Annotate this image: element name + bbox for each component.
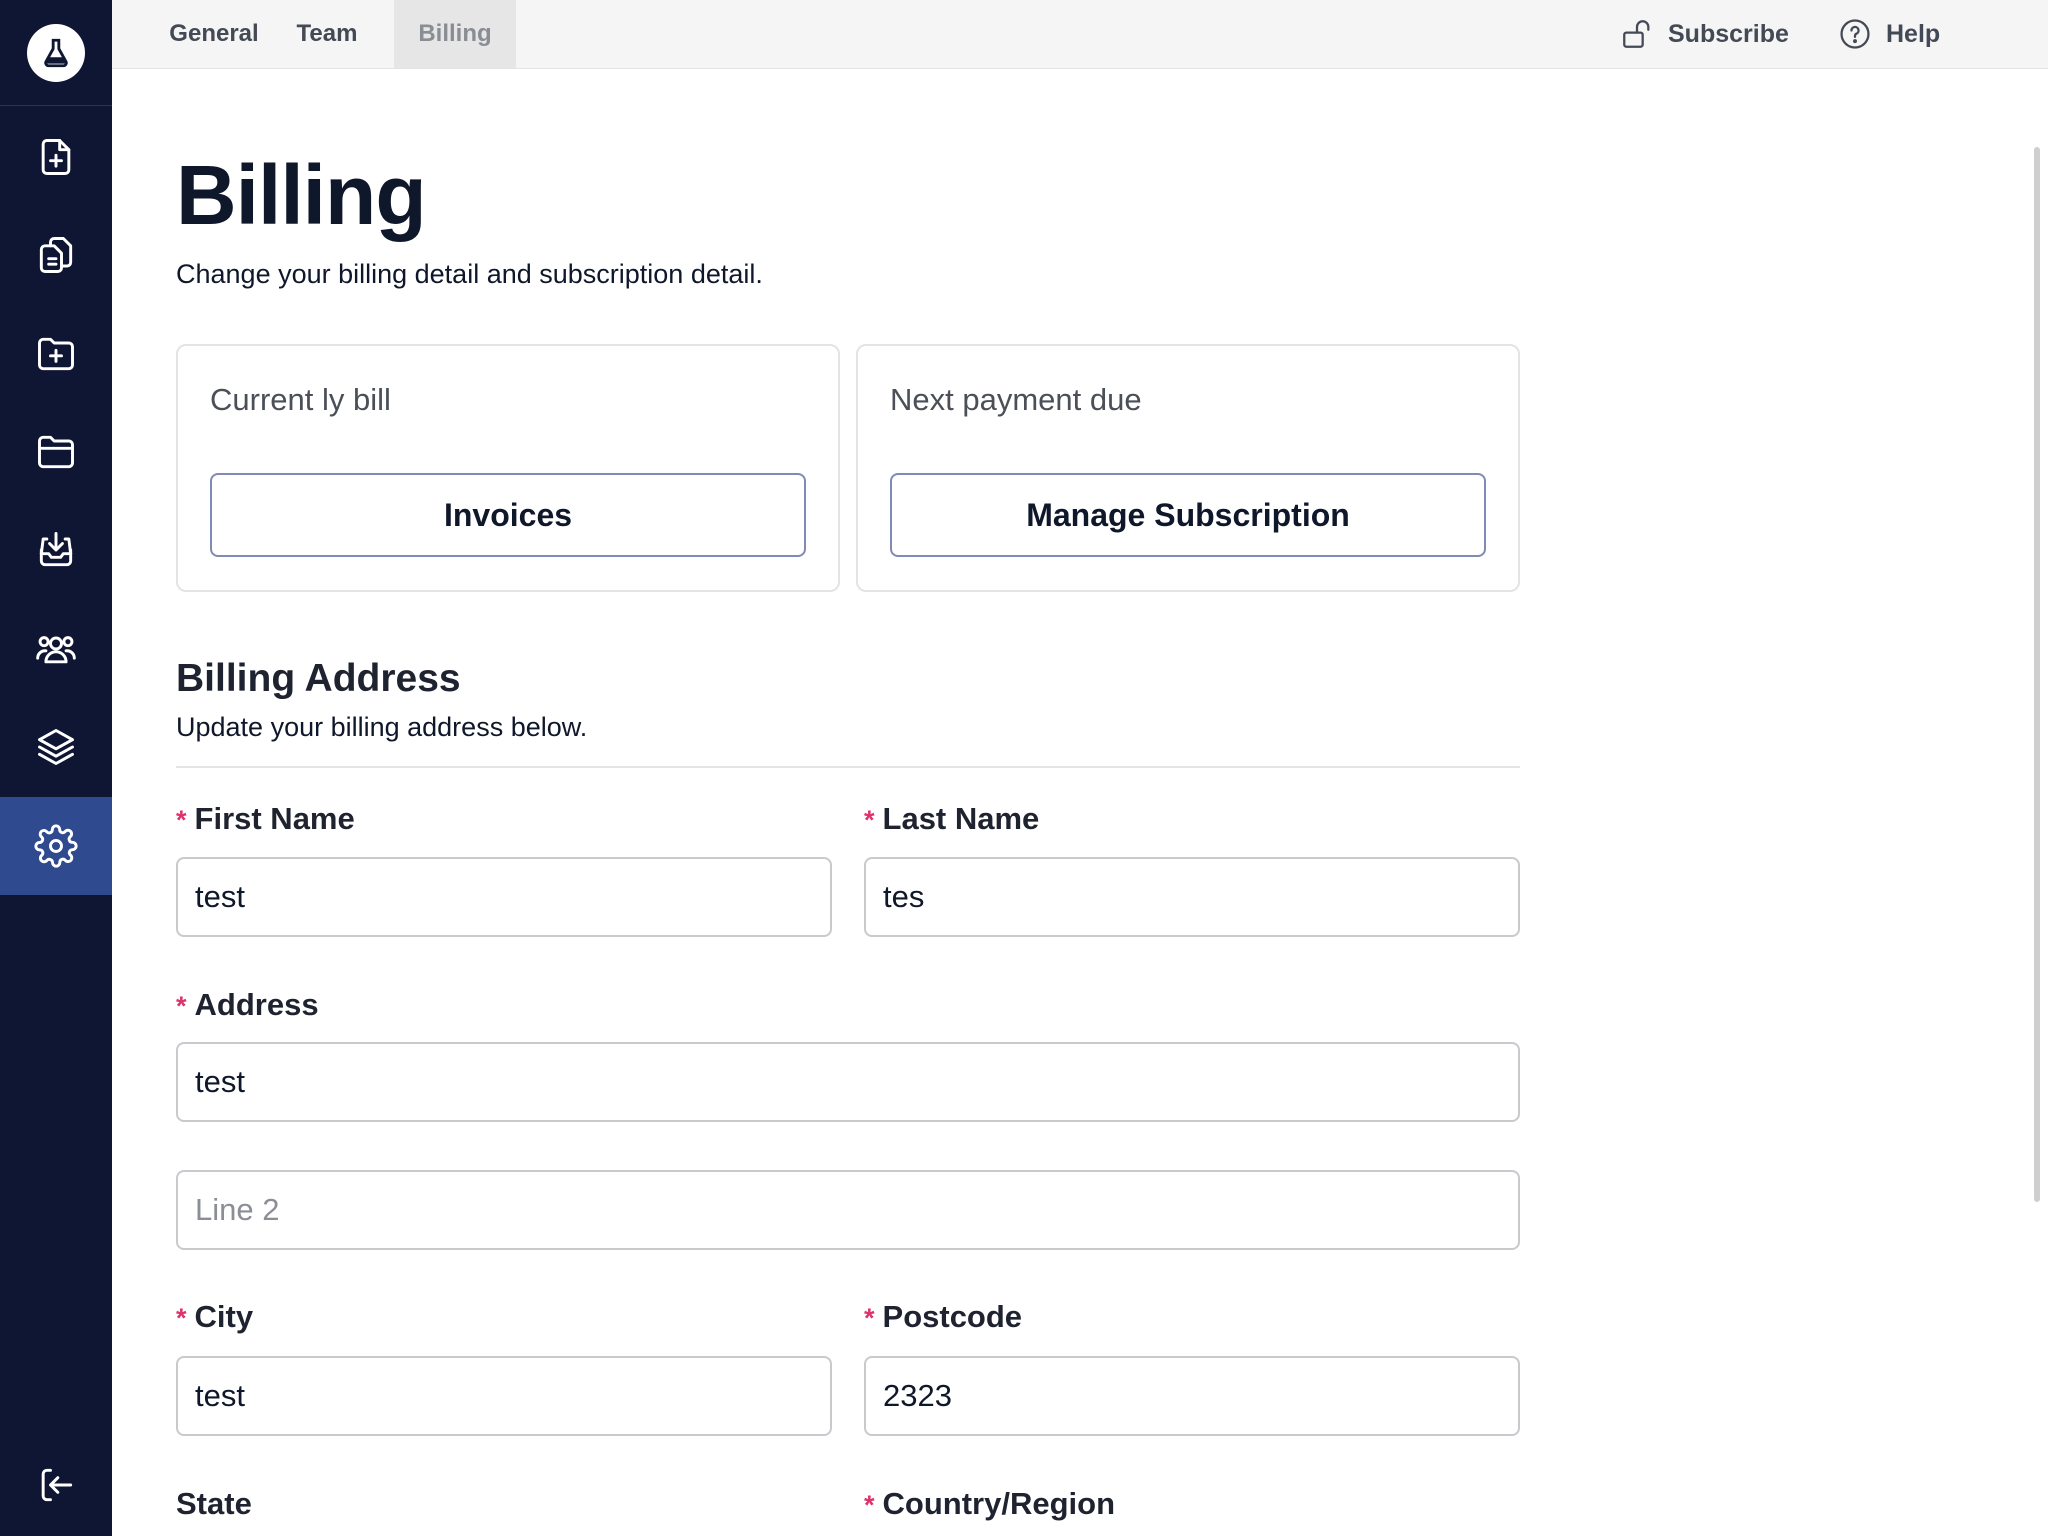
billing-address-subtitle: Update your billing address below. — [176, 712, 588, 742]
folder-plus-icon — [38, 337, 74, 371]
help-circle-icon — [1840, 19, 1870, 49]
sidebar — [0, 0, 112, 1536]
state-label-text: State — [176, 1486, 252, 1521]
city-input[interactable] — [176, 1356, 832, 1436]
tab-general[interactable]: General — [152, 0, 276, 68]
sidebar-item-team[interactable] — [0, 600, 112, 698]
last-name-label: * Last Name — [864, 801, 1039, 837]
page-title: Billing — [176, 148, 427, 242]
current-bill-card: Current ly bill Invoices — [176, 344, 840, 592]
invoices-button[interactable]: Invoices — [210, 473, 806, 557]
tab-team[interactable]: Team — [276, 0, 378, 68]
sidebar-item-documents[interactable] — [0, 206, 112, 304]
subscribe-label: Subscribe — [1668, 19, 1789, 48]
city-label: * City — [176, 1299, 253, 1335]
sidebar-item-folders[interactable] — [0, 403, 112, 501]
manage-subscription-button[interactable]: Manage Subscription — [890, 473, 1486, 557]
main-content: Billing Change your billing detail and s… — [112, 69, 2048, 1536]
required-mark: * — [864, 1490, 875, 1520]
documents-icon — [39, 237, 73, 273]
sidebar-item-layers[interactable] — [0, 698, 112, 796]
first-name-label: * First Name — [176, 801, 355, 837]
tab-billing[interactable]: Billing — [394, 0, 516, 68]
sidebar-item-new-document[interactable] — [0, 108, 112, 206]
inbox-download-icon — [39, 532, 73, 567]
country-label: * Country/Region — [864, 1486, 1115, 1522]
state-label: State — [176, 1486, 252, 1522]
address-label: * Address — [176, 987, 319, 1023]
city-label-text: City — [194, 1299, 254, 1334]
country-label-text: Country/Region — [882, 1486, 1116, 1521]
scrollbar[interactable] — [2034, 147, 2040, 1202]
subscribe-button[interactable]: Subscribe — [1620, 0, 1789, 68]
flask-logo-icon — [27, 23, 85, 82]
required-mark: * — [864, 1303, 875, 1333]
help-label: Help — [1886, 19, 1941, 48]
required-mark: * — [864, 805, 875, 835]
page-subtitle: Change your billing detail and subscript… — [176, 259, 763, 289]
billing-address-title: Billing Address — [176, 657, 461, 700]
next-payment-label: Next payment due — [890, 382, 1142, 417]
section-divider — [176, 766, 1520, 768]
required-mark: * — [176, 1303, 187, 1333]
sidebar-item-inbox[interactable] — [0, 501, 112, 599]
folder-icon — [38, 435, 74, 469]
logout-icon — [41, 1468, 73, 1502]
address-line1-input[interactable] — [176, 1042, 1520, 1122]
required-mark: * — [176, 991, 187, 1021]
top-bar: General Team Billing Subscribe Help — [112, 0, 2048, 69]
file-plus-icon — [41, 139, 71, 175]
unlock-icon — [1623, 20, 1650, 48]
sidebar-item-settings[interactable] — [0, 797, 112, 895]
postcode-input[interactable] — [864, 1356, 1520, 1436]
logo[interactable] — [0, 0, 112, 106]
first-name-input[interactable] — [176, 857, 832, 937]
address-label-text: Address — [194, 987, 319, 1022]
first-name-label-text: First Name — [194, 801, 355, 836]
last-name-input[interactable] — [864, 857, 1520, 937]
logout-button[interactable] — [0, 1436, 112, 1534]
postcode-label: * Postcode — [864, 1299, 1022, 1335]
help-button[interactable]: Help — [1838, 0, 1940, 68]
last-name-label-text: Last Name — [882, 801, 1040, 836]
next-payment-card: Next payment due Manage Subscription — [856, 344, 1520, 592]
users-icon — [36, 636, 76, 664]
layers-icon — [38, 729, 74, 765]
address-line2-input[interactable] — [176, 1170, 1520, 1250]
required-mark: * — [176, 805, 187, 835]
postcode-label-text: Postcode — [882, 1299, 1023, 1334]
current-bill-label: Current ly bill — [210, 382, 391, 417]
gear-icon — [34, 824, 78, 868]
sidebar-item-new-folder[interactable] — [0, 305, 112, 403]
